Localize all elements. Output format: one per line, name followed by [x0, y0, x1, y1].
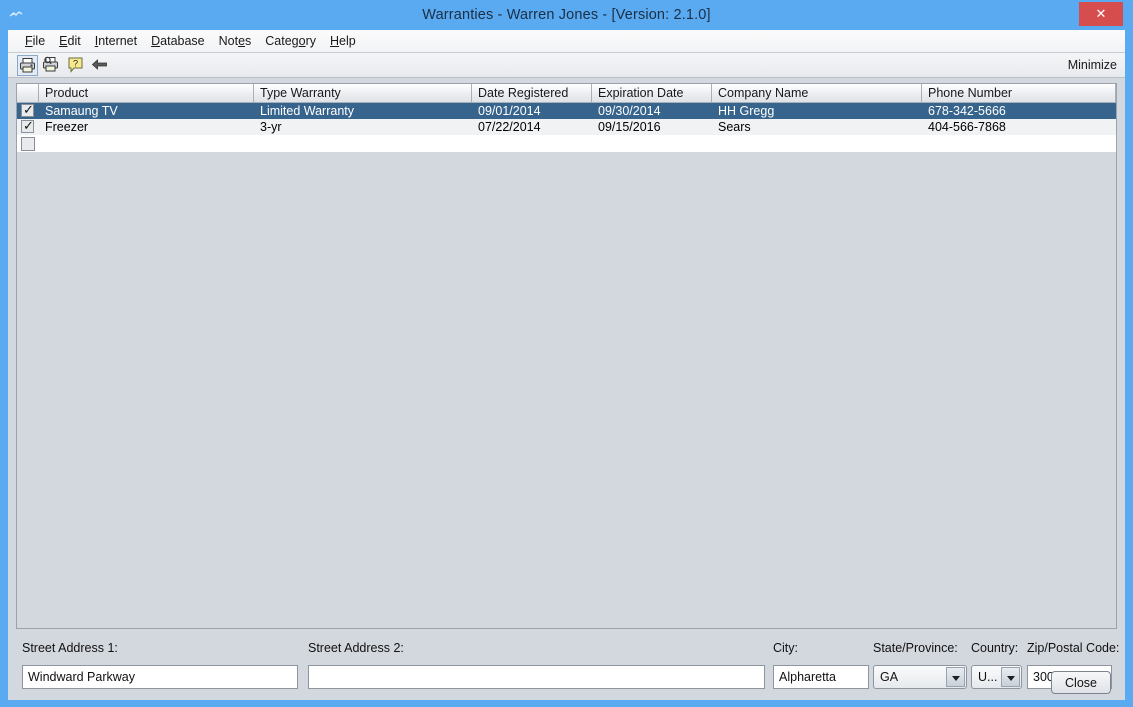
svg-text:?: ?: [73, 59, 78, 70]
cell-product: Freezer: [45, 120, 89, 134]
close-button[interactable]: Close: [1051, 671, 1111, 694]
table-header-row: Product Type Warranty Date Registered Expir…: [17, 84, 1116, 103]
cell-type: 3-yr: [260, 120, 282, 134]
column-header-phone[interactable]: Phone Number: [922, 84, 1116, 102]
row-select-cell[interactable]: [17, 135, 39, 151]
check-icon: ✓: [23, 118, 34, 133]
state-province-label: State/Province:: [873, 641, 958, 655]
street-address-1-input[interactable]: [22, 665, 298, 689]
back-button[interactable]: [90, 55, 111, 76]
chevron-down-icon[interactable]: [946, 667, 965, 687]
cell-company: HH Gregg: [718, 104, 775, 118]
cell-type: Limited Warranty: [260, 104, 355, 118]
menu-bar: File Edit Internet Database Notes Category Hel…: [8, 30, 1125, 53]
cell-registered: 09/01/2014: [478, 104, 541, 118]
check-icon: ✓: [23, 102, 34, 117]
row-checkbox[interactable]: ✓: [21, 102, 34, 117]
zip-postal-code-label: Zip/Postal Code:: [1027, 641, 1120, 655]
menu-item-category[interactable]: Category: [258, 30, 323, 52]
warranties-table: Product Type Warranty Date Registered Expir…: [16, 83, 1117, 629]
street-address-1-label: Street Address 1:: [22, 641, 118, 655]
menu-mnemonic: E: [59, 34, 68, 48]
application-window: Warranties - Warren Jones - [Version: 2.…: [0, 0, 1133, 707]
back-arrow-icon: [91, 59, 107, 70]
cell-expires: 09/15/2016: [598, 120, 661, 134]
column-header-expires[interactable]: Expiration Date: [592, 84, 712, 102]
table-row[interactable]: ✓ Freezer 3-yr 07/22/2014 09/15/2016 Sears 404…: [17, 118, 1116, 135]
country-value: U...: [978, 670, 998, 684]
menu-mnemonic: I: [94, 34, 99, 48]
menu-mnemonic: o: [298, 34, 306, 48]
column-header-type[interactable]: Type Warranty: [254, 84, 472, 102]
menu-mnemonic: F: [25, 34, 33, 48]
print-icon: [20, 58, 35, 73]
column-header-check[interactable]: [17, 84, 39, 102]
help-button[interactable]: ?: [66, 55, 87, 76]
menu-mnemonic: H: [330, 34, 340, 48]
cell-product: Samaung TV: [45, 104, 118, 118]
menu-item-internet[interactable]: Internet: [88, 30, 144, 52]
cell-registered: 07/22/2014: [478, 120, 541, 134]
address-form: Street Address 1: Street Address 2: City…: [8, 630, 1125, 700]
menu-item-notes[interactable]: Notes: [212, 30, 259, 52]
menu-item-edit[interactable]: Edit: [52, 30, 88, 52]
city-input[interactable]: [773, 665, 869, 689]
window-title: Warranties - Warren Jones - [Version: 2.…: [422, 7, 711, 23]
street-address-2-input[interactable]: [308, 665, 765, 689]
state-province-select[interactable]: GA: [873, 665, 967, 689]
cell-company: Sears: [718, 120, 751, 134]
street-address-2-label: Street Address 2:: [308, 641, 404, 655]
row-checkbox[interactable]: ✓: [21, 118, 34, 133]
cell-phone: 678-342-5666: [928, 104, 1006, 118]
column-header-product[interactable]: Product: [39, 84, 254, 102]
print-preview-icon: [43, 56, 58, 72]
cell-expires: 09/30/2014: [598, 104, 661, 118]
state-province-value: GA: [880, 670, 899, 684]
tool-bar: ? Minimize: [8, 53, 1125, 78]
country-label: Country:: [971, 641, 1019, 655]
client-area: File Edit Internet Database Notes Category Hel…: [8, 30, 1125, 700]
cell-phone: 404-566-7868: [928, 120, 1006, 134]
row-select-cell[interactable]: ✓: [17, 118, 39, 135]
menu-item-database[interactable]: Database: [144, 30, 212, 52]
menu-item-file[interactable]: File: [18, 30, 52, 52]
help-icon: ?: [68, 57, 83, 73]
city-label: City:: [773, 641, 798, 655]
print-button[interactable]: [17, 55, 38, 76]
menu-mnemonic: e: [238, 34, 246, 48]
close-window-button[interactable]: ✕: [1079, 2, 1123, 26]
minimize-button[interactable]: Minimize: [1064, 53, 1121, 78]
menu-item-help[interactable]: Help: [323, 30, 363, 52]
chevron-down-icon[interactable]: [1001, 667, 1020, 687]
row-checkbox[interactable]: [21, 137, 35, 151]
column-header-registered[interactable]: Date Registered: [472, 84, 592, 102]
row-select-cell[interactable]: ✓: [17, 102, 39, 119]
print-preview-button[interactable]: [41, 55, 62, 76]
table-body: ✓ Samaung TV Limited Warranty 09/01/2014 09/…: [17, 102, 1116, 152]
column-header-company[interactable]: Company Name: [712, 84, 922, 102]
table-row-empty[interactable]: [17, 135, 1116, 152]
menu-mnemonic: D: [151, 34, 161, 48]
table-row[interactable]: ✓ Samaung TV Limited Warranty 09/01/2014 09/…: [17, 102, 1116, 119]
title-bar: Warranties - Warren Jones - [Version: 2.…: [0, 0, 1133, 30]
country-select[interactable]: U...: [971, 665, 1022, 689]
table-empty-space: [17, 152, 1116, 628]
